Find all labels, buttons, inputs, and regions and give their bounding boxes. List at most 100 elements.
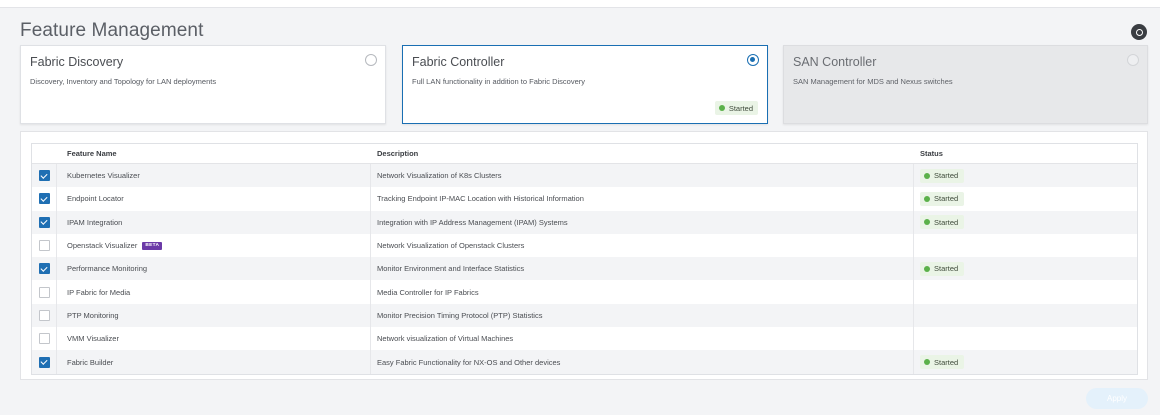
feature-name: Fabric Builder bbox=[67, 357, 114, 367]
feature-table: Feature Name Description Status Kubernet… bbox=[31, 143, 1138, 375]
header-feature-name: Feature Name bbox=[67, 149, 117, 158]
check-cell bbox=[32, 187, 57, 211]
status-badge: Started bbox=[714, 101, 758, 115]
feature-name-cell: Endpoint Locator bbox=[57, 187, 371, 211]
radio-fabric-discovery[interactable] bbox=[365, 54, 377, 66]
feature-description: Media Controller for IP Fabrics bbox=[371, 280, 914, 304]
status-text: Started bbox=[934, 357, 959, 367]
check-cell bbox=[32, 327, 57, 351]
table-row: VMM Visualizer Network visualization of V… bbox=[32, 327, 1137, 351]
table-row: IP Fabric for Media Media Controller for … bbox=[32, 280, 1137, 304]
feature-checkbox[interactable] bbox=[38, 263, 50, 275]
table-row: Performance Monitoring Monitor Environmen… bbox=[32, 257, 1137, 281]
feature-name-cell: Fabric Builder bbox=[57, 350, 371, 374]
beta-badge: BETA bbox=[142, 241, 163, 250]
feature-name-cell: IPAM Integration bbox=[57, 210, 371, 234]
radio-fabric-controller[interactable] bbox=[747, 54, 759, 66]
card-description: Full LAN functionality in addition to Fa… bbox=[412, 77, 585, 86]
feature-description: Network visualization of Virtual Machine… bbox=[371, 327, 914, 351]
feature-table-panel: Feature Name Description Status Kubernet… bbox=[20, 131, 1148, 380]
feature-description: Network Visualization of Openstack Clust… bbox=[371, 233, 914, 258]
feature-checkbox[interactable] bbox=[38, 193, 50, 205]
feature-description: Tracking Endpoint IP-MAC Location with H… bbox=[371, 187, 914, 211]
card-fabric-discovery[interactable]: Fabric Discovery Discovery, Inventory an… bbox=[20, 45, 386, 124]
status-text: Started bbox=[934, 217, 959, 227]
check-cell bbox=[32, 210, 57, 234]
status-text: Started bbox=[934, 264, 959, 274]
feature-description: Integration with IP Address Management (… bbox=[371, 210, 914, 234]
apply-button[interactable]: Apply bbox=[1086, 388, 1148, 409]
card-description: Discovery, Inventory and Topology for LA… bbox=[30, 77, 217, 86]
settings-icon[interactable] bbox=[1131, 24, 1147, 40]
feature-name: Performance Monitoring bbox=[67, 264, 148, 274]
status-cell: Started bbox=[914, 257, 1137, 280]
feature-checkbox[interactable] bbox=[38, 333, 50, 345]
feature-checkbox[interactable] bbox=[38, 286, 50, 298]
feature-name-cell: IP Fabric for Media bbox=[57, 280, 371, 304]
feature-name-cell: Openstack Visualizer BETA bbox=[57, 233, 371, 258]
page-title: Feature Management bbox=[20, 20, 204, 41]
feature-checkbox[interactable] bbox=[38, 356, 50, 368]
top-strip bbox=[0, 0, 1160, 8]
radio-san-controller bbox=[1127, 54, 1139, 66]
status-cell: Started bbox=[914, 211, 1137, 234]
feature-description: Network Visualization of K8s Clusters bbox=[371, 164, 914, 188]
feature-checkbox[interactable] bbox=[38, 309, 50, 321]
table-row: IPAM Integration Integration with IP Addr… bbox=[32, 210, 1137, 234]
check-cell bbox=[32, 164, 57, 188]
status-cell bbox=[914, 280, 1137, 303]
table-row: Kubernetes Visualizer Network Visualizati… bbox=[32, 164, 1137, 188]
feature-name-cell: VMM Visualizer bbox=[57, 327, 371, 351]
header-description: Description bbox=[377, 149, 419, 158]
card-title: Fabric Controller bbox=[412, 55, 505, 69]
check-cell bbox=[32, 257, 57, 281]
header-check-cell bbox=[32, 144, 57, 163]
feature-name: PTP Monitoring bbox=[67, 310, 119, 320]
feature-name-cell: Kubernetes Visualizer bbox=[57, 164, 371, 188]
table-row: PTP Monitoring Monitor Precision Timing P… bbox=[32, 303, 1137, 328]
status-cell bbox=[914, 304, 1137, 327]
status-cell bbox=[914, 327, 1137, 350]
card-san-controller: SAN Controller SAN Management for MDS an… bbox=[783, 45, 1148, 124]
status-cell: Started bbox=[914, 187, 1137, 210]
card-title: Fabric Discovery bbox=[30, 55, 124, 69]
status-text: Started bbox=[934, 194, 959, 204]
status-dot-icon bbox=[924, 195, 930, 202]
feature-name: Kubernetes Visualizer bbox=[67, 171, 140, 181]
status-badge: Started bbox=[920, 215, 965, 230]
feature-name-cell: PTP Monitoring bbox=[57, 303, 371, 328]
status-cell bbox=[914, 234, 1137, 257]
check-cell bbox=[32, 280, 57, 304]
status-dot-icon bbox=[924, 359, 930, 366]
card-description: SAN Management for MDS and Nexus switche… bbox=[793, 77, 953, 86]
status-badge: Started bbox=[920, 191, 965, 206]
feature-checkbox[interactable] bbox=[38, 170, 50, 182]
feature-name: Endpoint Locator bbox=[67, 194, 124, 204]
feature-name: IP Fabric for Media bbox=[67, 287, 131, 297]
table-row: Openstack Visualizer BETA Network Visualiz… bbox=[32, 233, 1137, 258]
status-cell: Started bbox=[914, 350, 1137, 373]
feature-checkbox[interactable] bbox=[38, 240, 50, 252]
status-badge: Started bbox=[920, 168, 965, 183]
feature-description: Monitor Precision Timing Protocol (PTP) … bbox=[371, 303, 914, 328]
feature-name: VMM Visualizer bbox=[67, 334, 119, 344]
feature-description: Easy Fabric Functionality for NX-OS and … bbox=[371, 350, 914, 374]
status-badge: Started bbox=[920, 261, 965, 276]
check-cell bbox=[32, 233, 57, 258]
card-fabric-controller[interactable]: Fabric Controller Full LAN functionality… bbox=[402, 45, 768, 124]
card-title: SAN Controller bbox=[793, 55, 877, 69]
feature-checkbox[interactable] bbox=[38, 216, 50, 228]
check-cell bbox=[32, 350, 57, 374]
status-cell: Started bbox=[914, 164, 1137, 187]
status-dot-icon bbox=[718, 105, 725, 111]
check-cell bbox=[32, 303, 57, 328]
status-text: Started bbox=[934, 171, 959, 181]
feature-name-cell: Performance Monitoring bbox=[57, 257, 371, 281]
status-dot-icon bbox=[924, 265, 930, 272]
table-row: Fabric Builder Easy Fabric Functionality … bbox=[32, 350, 1137, 374]
table-row: Endpoint Locator Tracking Endpoint IP-MAC… bbox=[32, 187, 1137, 211]
feature-name: IPAM Integration bbox=[67, 217, 123, 227]
status-dot-icon bbox=[924, 219, 930, 226]
status-text: Started bbox=[728, 103, 753, 113]
status-badge: Started bbox=[920, 355, 965, 370]
